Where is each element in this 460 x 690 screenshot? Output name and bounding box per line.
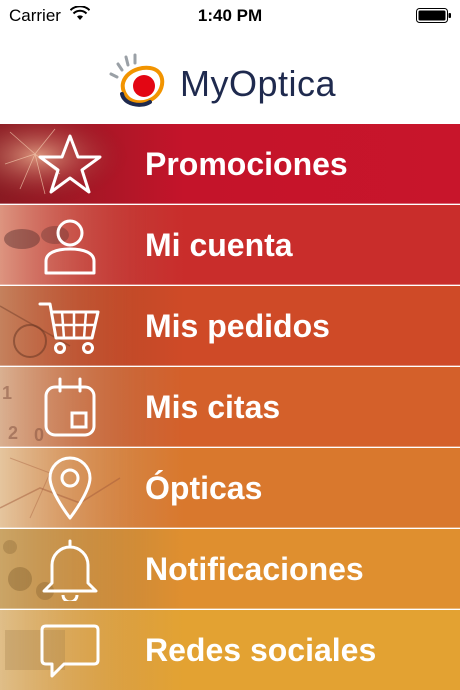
calendar-icon xyxy=(44,377,96,437)
user-icon xyxy=(44,219,96,275)
menu-item-notificaciones[interactable]: Notificaciones xyxy=(0,529,460,609)
star-icon xyxy=(38,134,102,194)
menu-item-label: Mis citas xyxy=(145,389,281,425)
bell-icon xyxy=(42,539,98,601)
menu-item-opticas[interactable]: Ópticas xyxy=(0,448,460,528)
main-menu: Promociones Mi cuenta Mis pedidos 1 2 0 … xyxy=(0,124,460,690)
menu-item-mi-cuenta[interactable]: Mi cuenta xyxy=(0,205,460,285)
divider xyxy=(0,446,460,447)
svg-text:1: 1 xyxy=(2,383,12,403)
myoptica-logo-icon xyxy=(109,53,165,107)
app-logo-text: MyOptica xyxy=(180,63,337,104)
status-bar: Carrier 1:40 PM xyxy=(0,0,460,32)
menu-item-label: Notificaciones xyxy=(145,551,364,587)
menu-item-mis-citas[interactable]: 120 Mis citas xyxy=(0,367,460,447)
divider xyxy=(0,365,460,366)
divider xyxy=(0,284,460,285)
menu-item-promociones[interactable]: Promociones xyxy=(0,124,460,204)
cart-icon xyxy=(38,302,100,354)
divider xyxy=(0,203,460,204)
menu-item-label: Mis pedidos xyxy=(145,308,330,344)
menu-item-mis-pedidos[interactable]: Mis pedidos xyxy=(0,286,460,366)
menu-item-label: Mi cuenta xyxy=(145,227,293,263)
svg-text:2: 2 xyxy=(8,423,18,443)
menu-item-label: Redes sociales xyxy=(145,632,377,668)
chat-bubble-icon xyxy=(40,624,100,678)
divider xyxy=(0,608,460,609)
battery-full-icon xyxy=(416,8,451,23)
divider xyxy=(0,527,460,528)
map-pin-icon xyxy=(48,456,92,520)
menu-item-label: Ópticas xyxy=(145,470,263,506)
menu-item-label: Promociones xyxy=(145,146,348,182)
menu-item-redes-sociales[interactable]: Redes sociales xyxy=(0,610,460,690)
clock: 1:40 PM xyxy=(197,6,263,25)
